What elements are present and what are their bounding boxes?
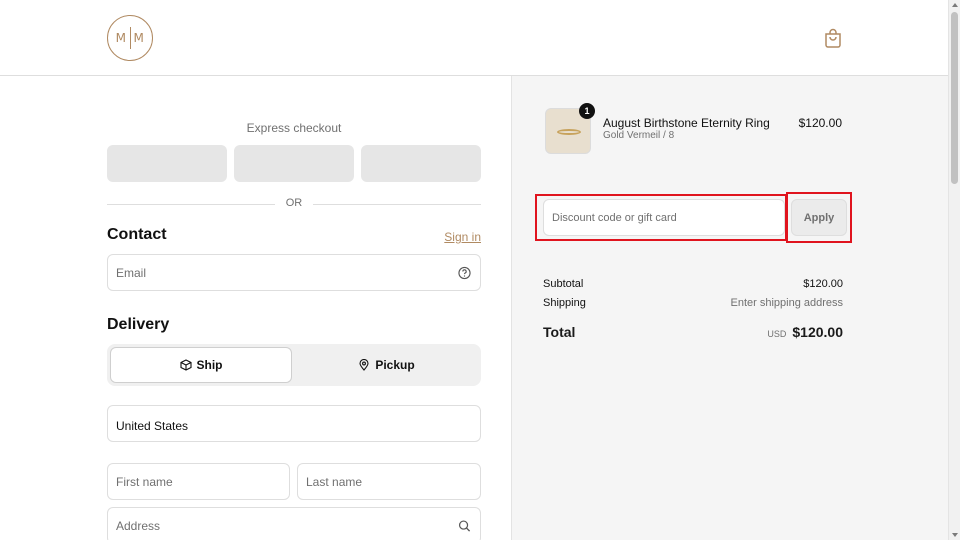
product-price: $120.00: [798, 116, 842, 130]
scrollbar-thumb[interactable]: [951, 12, 958, 184]
location-pin-icon: [359, 359, 369, 371]
subtotal-row: Subtotal $120.00: [543, 278, 843, 292]
logo-letter-left: M: [115, 31, 127, 45]
scroll-down-arrow-icon[interactable]: [952, 533, 958, 537]
shipping-row: Shipping Enter shipping address: [543, 297, 843, 311]
last-name-field[interactable]: Last name: [297, 463, 481, 500]
shipping-label: Shipping: [543, 297, 586, 309]
discount-input-highlight: [535, 194, 787, 241]
apply-button-highlight: [786, 192, 852, 243]
package-icon: [179, 359, 192, 371]
product-variant: Gold Vermeil / 8: [603, 130, 675, 141]
total-label: Total: [543, 324, 576, 340]
express-pay-button-1[interactable]: [107, 145, 227, 182]
country-select[interactable]: United States: [107, 405, 481, 442]
scroll-up-arrow-icon[interactable]: [952, 3, 958, 7]
brand-logo[interactable]: M M: [107, 15, 153, 61]
logo-divider: [129, 27, 131, 49]
logo-letter-right: M: [133, 31, 145, 45]
total-row: Total USD $120.00: [543, 324, 843, 342]
checkout-form-panel: Express checkout OR Contact Sign in Emai…: [0, 76, 511, 540]
ship-label: Ship: [196, 358, 223, 372]
subtotal-label: Subtotal: [543, 278, 584, 290]
subtotal-value: $120.00: [803, 278, 843, 290]
express-checkout-label: Express checkout: [246, 121, 342, 135]
product-name: August Birthstone Eternity Ring: [603, 116, 770, 130]
contact-heading: Contact: [107, 226, 167, 243]
express-pay-button-3[interactable]: [361, 145, 481, 182]
express-pay-button-2[interactable]: [234, 145, 354, 182]
pickup-label: Pickup: [375, 358, 415, 372]
ring-image: [557, 129, 581, 135]
shipping-value: Enter shipping address: [730, 297, 843, 309]
address-placeholder: Address: [116, 518, 161, 533]
page-scrollbar[interactable]: [948, 0, 960, 540]
pickup-option[interactable]: Pickup: [295, 347, 478, 383]
quantity-badge: 1: [579, 103, 595, 119]
or-divider: OR: [107, 197, 481, 211]
email-field[interactable]: Email: [107, 254, 481, 291]
sign-in-link[interactable]: Sign in: [444, 230, 481, 244]
email-placeholder: Email: [116, 265, 147, 280]
currency-code: USD: [767, 329, 787, 339]
first-name-placeholder: First name: [116, 474, 173, 489]
help-circle-icon[interactable]: [458, 266, 471, 279]
ship-option[interactable]: Ship: [110, 347, 292, 383]
delivery-heading: Delivery: [107, 316, 170, 333]
search-icon: [458, 519, 471, 532]
site-header: M M: [0, 0, 948, 76]
shopping-bag-icon[interactable]: [824, 28, 842, 48]
first-name-field[interactable]: First name: [107, 463, 290, 500]
country-value: United States: [116, 418, 189, 433]
delivery-method-toggle: Ship Pickup: [107, 344, 481, 386]
total-value: $120.00: [792, 324, 843, 340]
order-summary-panel: 1 August Birthstone Eternity Ring Gold V…: [511, 76, 948, 540]
address-field[interactable]: Address: [107, 507, 481, 540]
last-name-placeholder: Last name: [306, 474, 363, 489]
